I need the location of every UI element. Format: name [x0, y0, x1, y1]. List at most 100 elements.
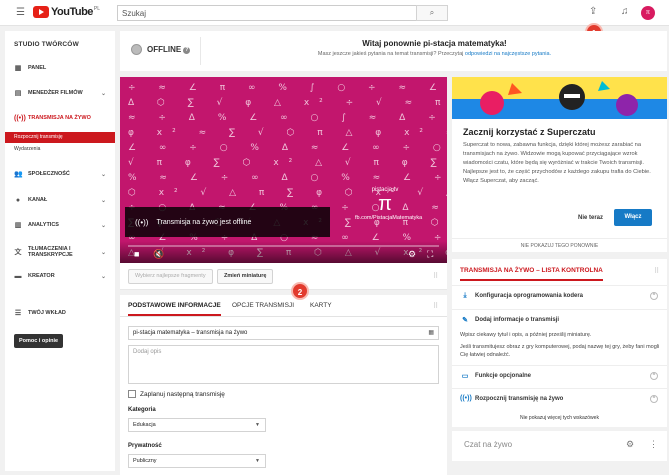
chevron-up-icon[interactable]: ⌃	[650, 371, 658, 380]
sidebar: STUDIO TWÓRCÓW ▦ PANEL ▤ MENEDŻER FILMÓW ⌄ …	[5, 31, 115, 471]
checklist-item-label: Dodaj informacje o transmisji	[475, 316, 560, 323]
sidebar-item-label: ANALYTICS	[28, 222, 59, 228]
change-thumbnail-button[interactable]: Zmień miniaturę	[217, 269, 274, 284]
youtube-logo[interactable]: YouTube PL	[33, 6, 100, 18]
sidebar-item-video-manager[interactable]: ▤ MENEDŻER FILMÓW ⌄	[5, 87, 115, 99]
title-input[interactable]: pi-stacja matematyka – transmisja na żyw…	[128, 326, 439, 340]
hide-tips-link[interactable]: Nie pokazuj więcej tych wskazówek	[452, 415, 667, 421]
chevron-up-icon[interactable]: ⌃	[650, 394, 658, 403]
settings-icon[interactable]: ⚙	[408, 249, 416, 260]
chevron-down-icon: ⌄	[100, 273, 106, 280]
checklist-item-start[interactable]: ((•)) Rozpocznij transmisję na żywo ⌃	[452, 388, 667, 408]
checklist-item-optional[interactable]: ▭ Funkcje opcjonalne ⌃	[452, 365, 667, 385]
dropdown-arrow-icon: ▼	[255, 422, 260, 428]
chat-input[interactable]: Czat na żywo	[464, 440, 512, 449]
video-manager-icon: ▤	[14, 90, 22, 97]
logo-text: YouTube	[51, 6, 93, 18]
sidebar-item-create[interactable]: ▬ KREATOR ⌄	[5, 270, 115, 282]
schedule-checkbox-row[interactable]: Zaplanuj następną transmisję	[128, 390, 225, 398]
category-value: Edukacja	[133, 422, 156, 428]
menu-icon[interactable]: ☰	[16, 8, 25, 18]
download-icon: ⤓	[463, 291, 467, 299]
keyboard-icon[interactable]: ▦	[428, 329, 434, 336]
dropdown-arrow-icon: ▼	[255, 458, 260, 464]
play-logo-icon	[33, 6, 49, 18]
category-label: Kategoria	[128, 407, 156, 413]
chevron-down-icon: ⌄	[100, 90, 106, 97]
tab-cards[interactable]: KARTY	[310, 302, 332, 309]
sidebar-item-community[interactable]: 👥 SPOŁECZNOŚĆ ⌄	[5, 168, 115, 180]
status-indicator	[131, 44, 142, 55]
description-textarea[interactable]: Dodaj opis	[128, 345, 439, 384]
sidebar-item-contribution[interactable]: ☰ TWÓJ WKŁAD	[5, 307, 115, 319]
drag-handle-icon[interactable]: ⠿	[654, 267, 659, 275]
community-icon: 👥	[14, 171, 23, 178]
logo-region: PL	[93, 6, 101, 12]
sidebar-item-panel[interactable]: ▦ PANEL	[5, 62, 115, 74]
dont-show-again-link[interactable]: NIE POKAZUJ TEGO PONOWNIE	[452, 238, 667, 249]
checklist-item-encoder[interactable]: ⤓ Konfiguracja oprogramowania kodera ⌃	[452, 285, 667, 305]
tab-basic-info[interactable]: PODSTAWOWE INFORMACJE	[128, 302, 221, 316]
not-now-button[interactable]: Nie teraz	[578, 215, 603, 221]
status-label: OFFLINE?	[147, 45, 191, 54]
welcome-text: Masz jeszcze jakieś pytania na temat tra…	[202, 51, 667, 57]
fullscreen-icon[interactable]: ⛶	[427, 249, 433, 260]
gear-icon[interactable]: ⚙	[626, 439, 634, 450]
drag-handle-icon[interactable]: ⠿	[433, 272, 438, 280]
welcome-text-body: Masz jeszcze jakieś pytania na temat tra…	[317, 51, 464, 57]
divider	[200, 37, 201, 65]
faq-link[interactable]: odpowiedzi na najczęstsze pytania.	[465, 51, 551, 57]
drag-handle-icon[interactable]: ⠿	[433, 302, 438, 310]
search-button[interactable]: ⌕	[416, 5, 448, 21]
schedule-checkbox[interactable]	[128, 390, 136, 398]
channel-logo: pistacja.tv π fb.com/PistacjaMatematyka	[355, 187, 423, 221]
sidebar-item-label: SPOŁECZNOŚĆ	[28, 171, 70, 177]
status-text: OFFLINE	[147, 45, 182, 54]
analytics-icon: ▥	[14, 222, 22, 229]
video-preview[interactable]: ÷ ≈ ∠ π ∞ % ∫ ○ ÷ ≈ ∠ π ∞ % Δ ⬡ ∑ √ φ △ …	[120, 77, 447, 263]
live-chat: Czat na żywo ⚙ ⋮	[452, 431, 667, 461]
chevron-down-icon: ⌄	[100, 249, 106, 256]
stop-icon[interactable]: ■	[134, 249, 139, 259]
live-checklist: TRANSMISJA NA ŻYWO – LISTA KONTROLNA ⠿ ⤓…	[452, 259, 667, 427]
live-stream-icon: ((•))	[14, 114, 26, 122]
mute-icon[interactable]: 🔇	[153, 249, 164, 260]
video-controls: ■ 🔇 ⚙ ⛶	[120, 241, 447, 263]
sidebar-item-channel[interactable]: ● KANAŁ ⌄	[5, 194, 115, 206]
enable-superchat-button[interactable]: Włącz	[614, 209, 652, 226]
contribution-icon: ☰	[14, 310, 22, 317]
avatar[interactable]: π	[641, 6, 655, 20]
live-stream-icon: ((•))	[135, 217, 149, 227]
checklist-item-info[interactable]: ✎ Dodaj informacje o transmisji	[452, 309, 667, 329]
sidebar-subitem-events[interactable]: Wydarzenia	[5, 144, 115, 155]
more-icon[interactable]: ⋮	[649, 439, 658, 450]
title-value: pi-stacja matematyka – transmisja na żyw…	[133, 330, 248, 336]
brand-url: fb.com/PistacjaMatematyka	[355, 215, 423, 221]
highlight-button[interactable]: Wybierz najlepsze fragmenty	[128, 269, 213, 284]
progress-bar[interactable]	[128, 245, 439, 247]
category-select[interactable]: Edukacja ▼	[128, 418, 266, 432]
chevron-down-icon: ⌄	[100, 222, 106, 229]
search-input[interactable]: Szukaj	[117, 5, 417, 21]
upload-icon[interactable]: ⇪	[589, 7, 597, 17]
sidebar-item-label: TRANSMISJA NA ŻYWO	[28, 115, 91, 121]
checklist-item-label: Rozpocznij transmisję na żywo	[475, 395, 564, 402]
help-icon[interactable]: ?	[183, 47, 191, 54]
help-feedback-button[interactable]: Pomoc i opinie	[14, 334, 64, 348]
chevron-up-icon[interactable]: ⌃	[650, 291, 658, 300]
offline-message-text: Transmisja na żywo jest offline	[156, 218, 252, 226]
superchat-illustration	[452, 77, 667, 119]
bell-icon[interactable]: ♫	[621, 7, 629, 17]
chevron-down-icon: ⌄	[100, 197, 106, 204]
create-icon: ▬	[14, 272, 22, 280]
sidebar-item-live[interactable]: ((•)) TRANSMISJA NA ŻYWO	[5, 112, 115, 124]
sidebar-item-translations[interactable]: 文 TŁUMACZENIA I TRANSKRYPCJE ⌄	[5, 244, 115, 260]
sidebar-item-analytics[interactable]: ▥ ANALYTICS ⌄	[5, 219, 115, 231]
checklist-desc-1: Wpisz ciekawy tytuł i opis, a później pr…	[460, 332, 592, 338]
edit-icon: ✎	[462, 316, 468, 324]
privacy-select[interactable]: Publiczny ▼	[128, 454, 266, 468]
superchat-card: Zacznij korzystać z Superczatu Superczat…	[452, 77, 667, 252]
basic-info-form: pi-stacja matematyka – transmisja na żyw…	[120, 317, 447, 475]
sidebar-subitem-start-stream[interactable]: Rozpocznij transmisję	[5, 132, 115, 143]
tab-stream-options[interactable]: OPCJE TRANSMISJI	[232, 302, 294, 309]
